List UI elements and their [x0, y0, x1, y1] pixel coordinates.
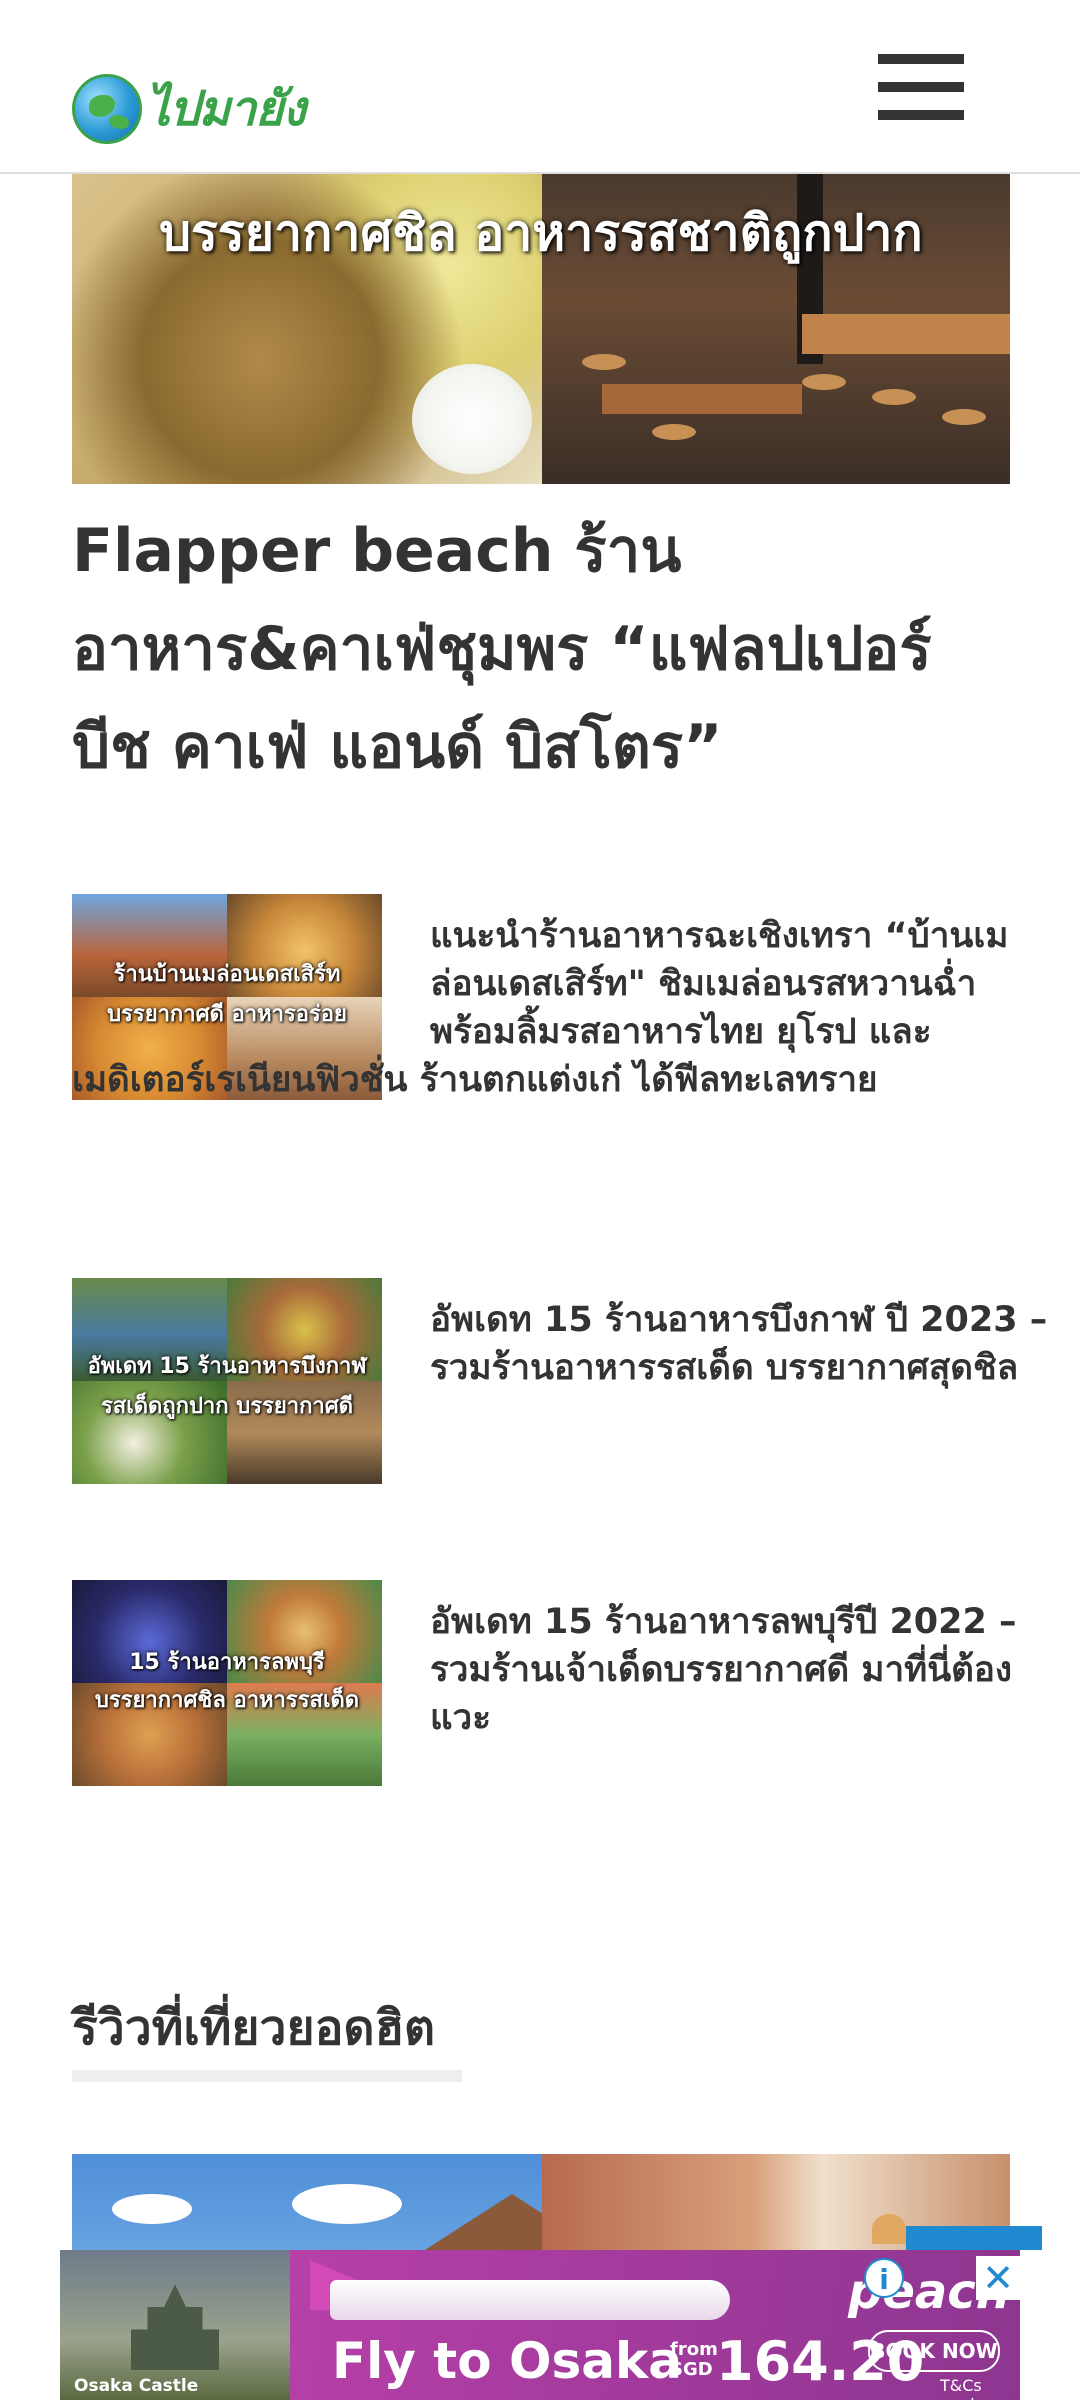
article-excerpt-line: รวมร้านอาหารรสเด็ด บรรยากาศสุดชิล	[430, 1348, 1019, 1388]
post-title-line: อาหาร&คาเฟ่ชุมพร “แฟลปเปอร์	[72, 614, 932, 684]
logo-text: ไปมายัง	[146, 81, 306, 137]
thumbnail-caption: บรรยากาศชิล อาหารรสเด็ด	[94, 1688, 360, 1713]
article-item[interactable]: 15 ร้านอาหารลพบุรี บรรยากาศชิล อาหารรสเด…	[72, 1580, 1080, 1790]
post-title[interactable]: Flapper beach ร้าน อาหาร&คาเฟ่ชุมพร “แฟล…	[72, 502, 982, 796]
hamburger-menu-icon[interactable]	[878, 52, 964, 120]
ad-place-label: Osaka Castle	[74, 2376, 199, 2396]
article-thumbnail[interactable]: อัพเดท 15 ร้านอาหารบึงกาฬ รสเด็ดถูกปาก บ…	[72, 1278, 382, 1484]
article-excerpt-line: อัพเดท 15 ร้านอาหารลพบุรีปี 2022 –	[430, 1602, 1017, 1642]
thumbnail-caption: รสเด็ดถูกปาก บรรยากาศดี	[100, 1394, 354, 1419]
section-underline	[72, 2070, 462, 2082]
article-excerpt-line: รวมร้านเจ้าเด็ดบรรยากาศดี มาที่นี่ต้อง	[430, 1650, 1012, 1690]
article-item[interactable]: ร้านบ้านเมล่อนเดสเสิร์ท บรรยากาศดี อาหาร…	[72, 894, 1080, 1194]
globe-icon	[72, 74, 142, 144]
ad-terms: T&Cs apply.	[940, 2376, 987, 2400]
book-now-button[interactable]: BOOK NOW	[868, 2330, 1000, 2372]
site-logo[interactable]: ไปมายัง	[72, 72, 306, 146]
thumbnail-caption: อัพเดท 15 ร้านอาหารบึงกาฬ	[87, 1354, 367, 1379]
hero-caption: บรรยากาศชิล อาหารรสชาติถูกปาก	[159, 204, 923, 262]
thumbnail-caption: 15 ร้านอาหารลพบุรี	[129, 1650, 325, 1675]
site-header: ไปมายัง	[0, 0, 1080, 174]
ad-headline: Fly to Osaka	[332, 2332, 682, 2390]
section-heading: รีวิวที่เที่ยวยอดฮิต	[72, 2000, 436, 2056]
info-icon[interactable]: i	[864, 2258, 904, 2298]
article-excerpt-line: พร้อมลิ้มรสอาหารไทย ยุโรป และ	[430, 1012, 932, 1052]
ad-from-label: from SGD	[670, 2339, 718, 2380]
article-excerpt-line: เมดิเตอร์เรเนียนฟิวชั่น ร้านตกแต่งเก๋ ได…	[72, 1060, 878, 1100]
ad-indicator-strip	[906, 2226, 1042, 2250]
close-icon[interactable]: ✕	[976, 2256, 1020, 2300]
article-item[interactable]: อัพเดท 15 ร้านอาหารบึงกาฬ รสเด็ดถูกปาก บ…	[72, 1278, 1080, 1488]
article-excerpt-line: อัพเดท 15 ร้านอาหารบึงกาฬ ปี 2023 –	[430, 1300, 1048, 1340]
post-title-line: Flapper beach ร้าน	[72, 516, 682, 586]
article-excerpt-line: แนะนำร้านอาหารฉะเชิงเทรา “บ้านเม	[430, 916, 1009, 956]
hero-image[interactable]: บรรยากาศชิล อาหารรสชาติถูกปาก	[72, 174, 1010, 484]
post-title-line: บีช คาเฟ่ แอนด์ บิสโตร”	[72, 712, 723, 782]
article-excerpt-line: ล่อนเดสเสิร์ท" ชิมเมล่อนรสหวานฉ่ำ	[430, 964, 977, 1004]
article-thumbnail[interactable]: 15 ร้านอาหารลพบุรี บรรยากาศชิล อาหารรสเด…	[72, 1580, 382, 1786]
thumbnail-caption: บรรยากาศดี อาหารอร่อย	[107, 1002, 347, 1027]
article-excerpt-line: แวะ	[430, 1698, 492, 1738]
thumbnail-caption: ร้านบ้านเมล่อนเดสเสิร์ท	[113, 962, 341, 987]
